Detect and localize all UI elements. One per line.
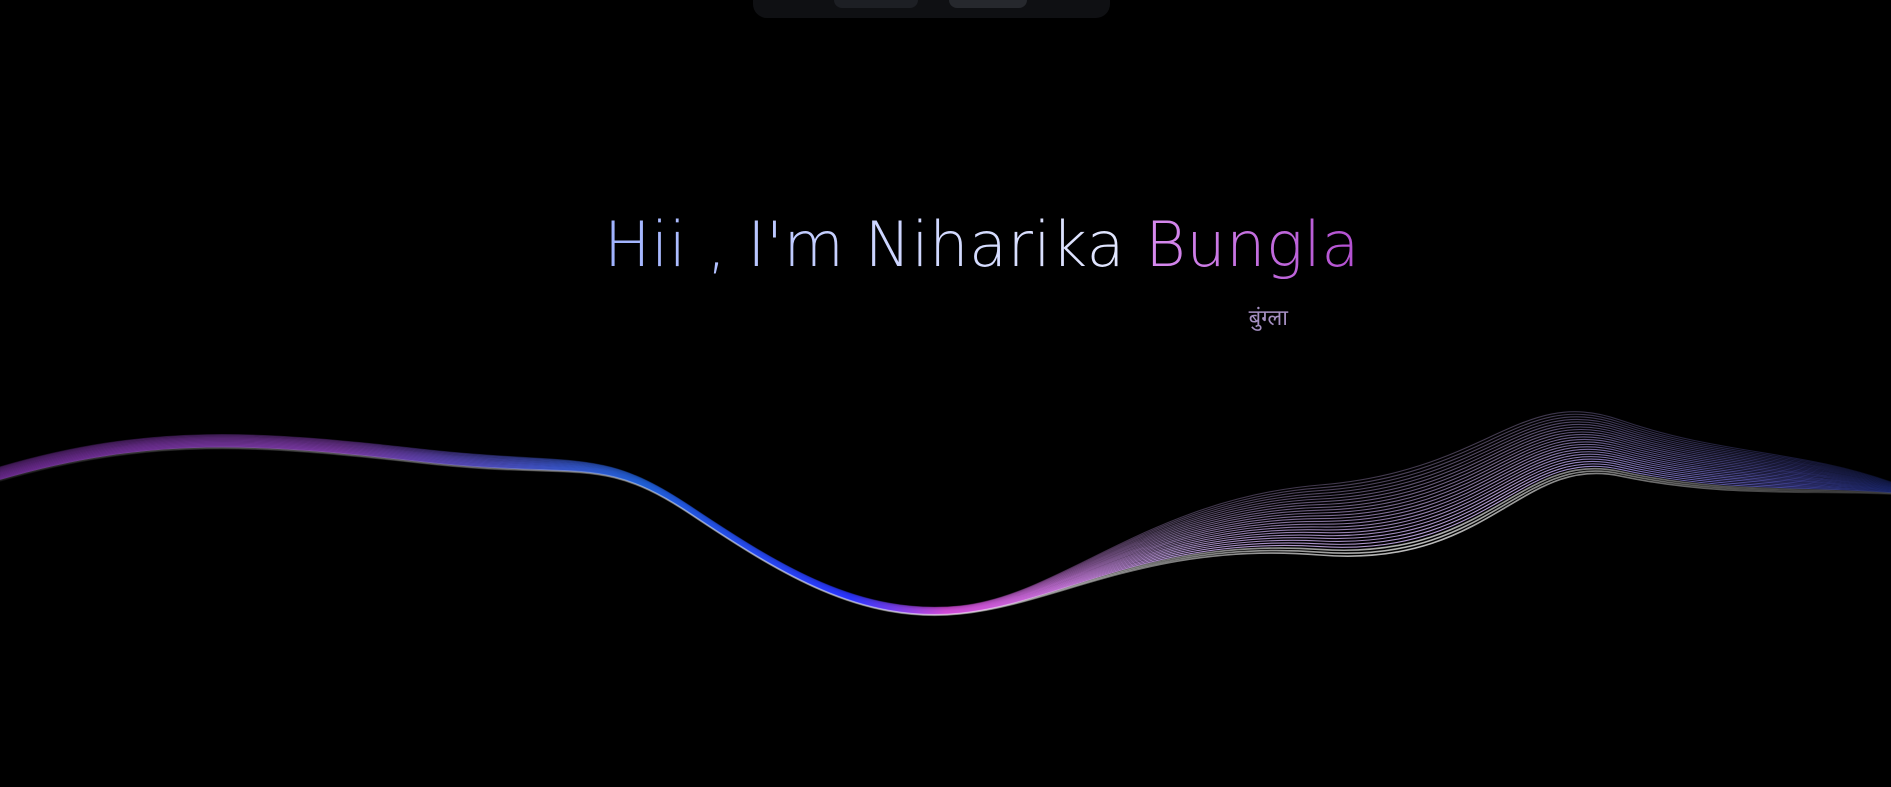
wave-strand xyxy=(0,426,1891,610)
surname-pronunciation: बुंग्ला xyxy=(1248,306,1288,331)
wave-strand xyxy=(0,442,1891,613)
wave-strand xyxy=(0,447,1891,616)
greeting-first-part: Hii , I'm Niharika xyxy=(604,208,1146,281)
nav-item-1[interactable] xyxy=(834,0,918,8)
wave-strand xyxy=(0,428,1891,610)
top-navigation-bar xyxy=(753,0,1110,18)
wave-strand xyxy=(0,446,1891,616)
decorative-wave xyxy=(0,411,1891,616)
wave-strand xyxy=(0,431,1891,611)
wave-strand xyxy=(0,433,1891,611)
wave-strand xyxy=(0,441,1891,613)
greeting-surname: Bungla xyxy=(1145,208,1360,281)
wave-strand xyxy=(0,447,1891,616)
hero-greeting: Hii , I'm Niharika Bungla xyxy=(604,214,1360,276)
wave-strand xyxy=(0,444,1891,614)
wave-strand xyxy=(0,423,1891,610)
wave-strands xyxy=(0,411,1891,616)
nav-item-2[interactable] xyxy=(949,0,1027,8)
